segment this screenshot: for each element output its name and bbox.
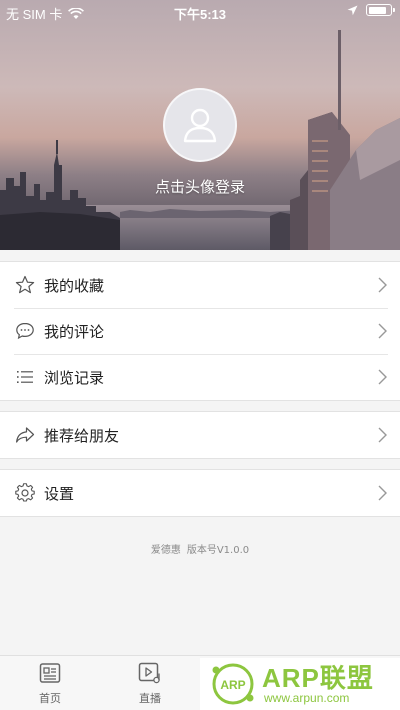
logo-badge-text: ARP (220, 678, 245, 692)
menu-item-label: 推荐给朋友 (44, 426, 120, 445)
profile-header: 无 SIM 卡 下午5:13 点击头像登录 (0, 0, 400, 250)
gear-icon (14, 482, 36, 504)
version-number: 版本号V1.0.0 (186, 545, 250, 556)
app-name: 爱德惠 (150, 545, 181, 556)
avatar-button[interactable] (163, 88, 237, 162)
user-icon (183, 108, 217, 143)
menu-group-share: 推荐给朋友 (0, 411, 400, 459)
menu-item-comments[interactable]: 我的评论 (0, 308, 400, 354)
menu-item-label: 设置 (44, 484, 75, 503)
watermark-url: www.arpun.com (264, 691, 350, 705)
list-icon (14, 366, 36, 388)
menu-group-settings: 设置 (0, 469, 400, 517)
menu-group-personal: 我的收藏 我的评论 浏览记录 (0, 261, 400, 401)
comment-icon (14, 320, 36, 342)
chevron-right-icon (378, 323, 387, 339)
watermark-brand: ARP联盟 (262, 663, 374, 693)
menu-item-settings[interactable]: 设置 (0, 470, 400, 516)
chevron-right-icon (378, 427, 387, 443)
menu-item-label: 我的收藏 (44, 276, 105, 295)
star-icon (14, 274, 36, 296)
menu-item-label: 浏览记录 (44, 368, 105, 387)
tab-live[interactable]: 直播 (120, 660, 180, 706)
status-bar: 无 SIM 卡 下午5:13 (0, 0, 400, 24)
live-icon (138, 662, 160, 684)
chevron-right-icon (378, 277, 387, 293)
menu-item-favorites[interactable]: 我的收藏 (0, 262, 400, 308)
tab-home[interactable]: 首页 (20, 660, 80, 706)
version-info: 爱德惠 版本号V1.0.0 (0, 541, 400, 556)
news-icon (39, 663, 61, 683)
tab-label: 首页 (39, 692, 61, 705)
tab-label: 直播 (139, 692, 161, 705)
location-arrow-icon (347, 5, 358, 15)
chevron-right-icon (378, 485, 387, 501)
menu-item-history[interactable]: 浏览记录 (0, 354, 400, 400)
battery-icon (366, 4, 395, 16)
share-icon (14, 424, 36, 446)
login-prompt[interactable]: 点击头像登录 (0, 176, 400, 197)
menu-item-label: 我的评论 (44, 322, 105, 341)
watermark-logo: ARP ARP联盟 www.arpun.com (200, 658, 400, 710)
clock: 下午5:13 (173, 7, 227, 22)
arp-logo-icon: ARP (212, 663, 254, 705)
chevron-right-icon (378, 369, 387, 385)
menu-item-recommend[interactable]: 推荐给朋友 (0, 412, 400, 458)
